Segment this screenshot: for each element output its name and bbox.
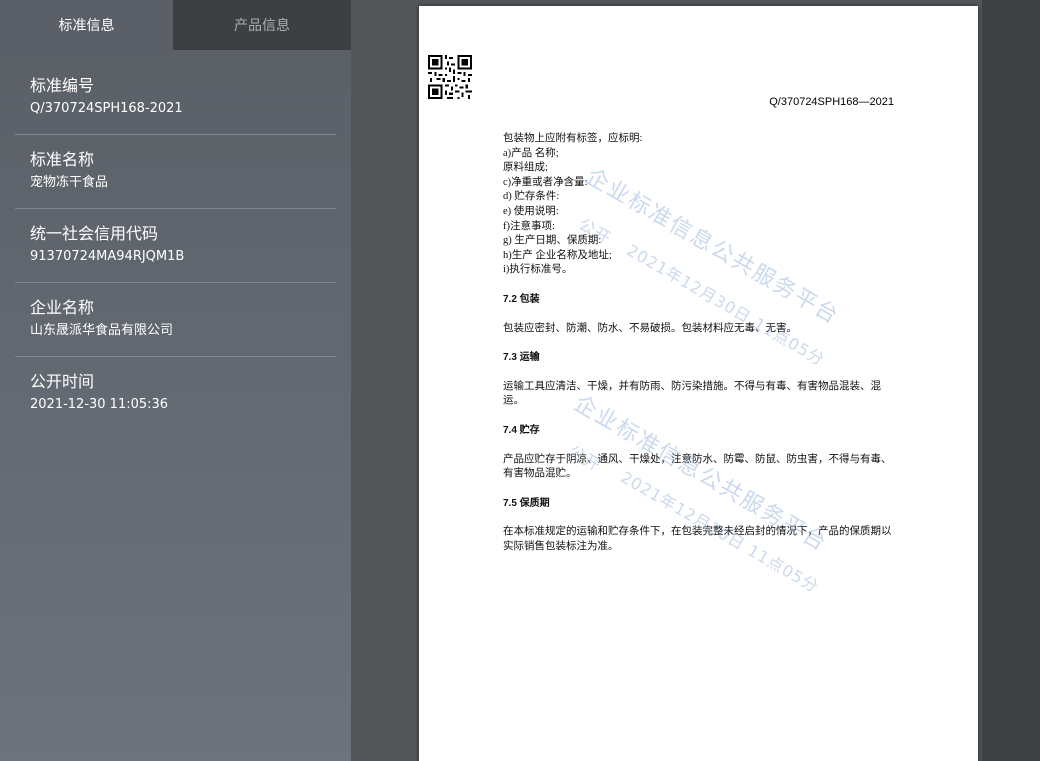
info-label: 公开时间 [30,372,95,391]
info-label: 标准编号 [30,76,95,95]
info-value: Q/370724SPH168-2021 [30,101,183,116]
section-heading: 7.5 保质期 [503,497,550,509]
label-item: h)生产 企业名称及地址; [503,249,612,261]
section-text: 在本标准规定的运输和贮存条件下，在包装完整未经启封的情况下，产品的保质期以实际销… [503,526,892,552]
sidebar: 标准信息 产品信息 标准编号 Q/370724SPH168-2021 标准名称 … [0,0,351,761]
document-page: Q/370724SPH168—2021 包装物上应附有标签，应标明: a)产品 … [419,6,978,761]
label-item: a)产品 名称; [503,147,559,159]
label-item: e) 使用说明: [503,205,559,217]
tab-bar: 标准信息 产品信息 [0,0,351,50]
section-text: 运输工具应清洁、干燥，并有防雨、防污染措施。不得与有毒、有害物品混装、混运。 [503,380,881,407]
label-item: 原料组成; [503,162,548,174]
label-item: d) 贮存条件: [503,191,560,203]
info-label: 统一社会信用代码 [30,224,159,243]
label-item: g) 生产日期、保质期: [503,235,602,247]
section-heading: 7.3 运输 [503,352,540,364]
info-label: 企业名称 [30,298,95,317]
info-item-standard-number: 标准编号 Q/370724SPH168-2021 [15,50,336,135]
section-heading: 7.4 贮存 [503,424,540,436]
info-value: 山东晟派华食品有限公司 [30,323,174,338]
label-item: c)净重或者净含量: [503,176,588,188]
document-content: 包装物上应附有标签，应标明: a)产品 名称; 原料组成; c)净重或者净含量:… [503,132,898,554]
label-item: f)注意事项: [503,220,555,232]
standard-info-list: 标准编号 Q/370724SPH168-2021 标准名称 宠物冻干食品 统一社… [0,50,351,430]
tab-product-info[interactable]: 产品信息 [173,0,351,50]
qr-code-icon [428,55,472,99]
info-item-credit-code: 统一社会信用代码 91370724MA94RJQM1B [15,209,336,283]
info-value: 91370724MA94RJQM1B [30,249,185,264]
info-item-standard-name: 标准名称 宠物冻干食品 [15,135,336,209]
label-intro: 包装物上应附有标签，应标明: [503,133,643,144]
info-value: 2021-12-30 11:05:36 [30,397,169,412]
section-heading: 7.2 包装 [503,293,540,305]
viewer-scroll-area[interactable] [982,0,1040,761]
info-item-company-name: 企业名称 山东晟派华食品有限公司 [15,283,336,357]
tab-standard-info[interactable]: 标准信息 [0,0,173,50]
section-text: 包装应密封、防潮、防水、不易破损。包装材料应无毒、无害。 [503,322,797,334]
pdf-viewer[interactable]: Q/370724SPH168—2021 包装物上应附有标签，应标明: a)产品 … [351,0,1040,761]
info-label: 标准名称 [30,150,95,169]
info-value: 宠物冻干食品 [30,175,109,190]
section-text: 产品应贮存于阴凉、通风、干燥处，注意防水、防霉、防鼠、防虫害，不得与有毒、有害物… [503,453,892,480]
info-item-publish-time: 公开时间 2021-12-30 11:05:36 [15,357,336,430]
document-standard-number: Q/370724SPH168—2021 [769,96,894,108]
label-item: i)执行标准号。 [503,264,573,276]
